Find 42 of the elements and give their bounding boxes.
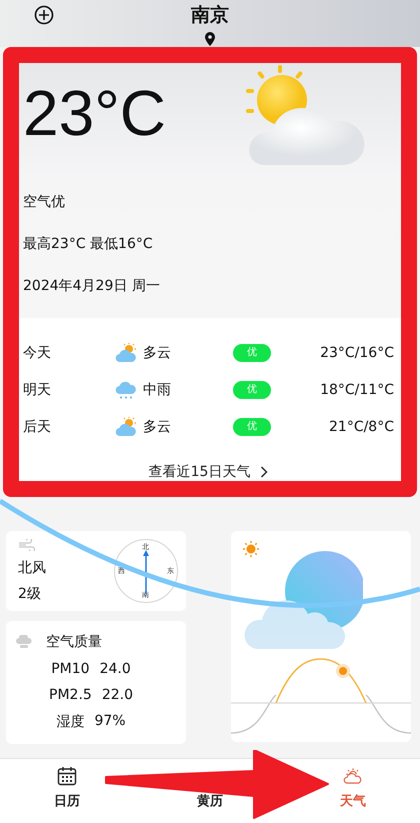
forecast-temperature-range: 21°C/8°C — [329, 418, 394, 434]
cloudy-icon — [115, 416, 137, 436]
wind-icon — [18, 539, 36, 551]
cloud-icon — [16, 635, 32, 649]
aqi-badge: 优 — [233, 344, 271, 362]
air-quality-text: 空气优 — [23, 193, 66, 211]
forecast-condition: 中雨 — [143, 380, 172, 398]
metric-value: 97% — [94, 713, 126, 731]
forecast-temperature-range: 18°C/11°C — [320, 382, 394, 398]
moon-cloud-icon — [243, 551, 363, 651]
fifteen-day-link[interactable]: 查看近15日天气 — [148, 463, 268, 481]
nav-tab[interactable]: 天气 — [340, 766, 366, 810]
metric-label: PM2.5 — [49, 687, 92, 703]
location-pin-icon — [204, 32, 216, 46]
calendar-icon — [57, 766, 77, 786]
forecast-condition: 多云 — [143, 344, 172, 362]
forecast-temperature-range: 23°C/16°C — [320, 344, 394, 360]
metric-value: 24.0 — [100, 661, 131, 677]
nav-tab[interactable]: 日历 — [54, 766, 80, 810]
wind-level: 2级 — [18, 585, 42, 603]
sun-icon — [243, 541, 259, 557]
rain-icon — [115, 380, 137, 400]
metric-label: 湿度 — [56, 713, 84, 731]
date-text: 2024年4月29日 周一 — [23, 277, 161, 295]
wind-direction: 北风 — [18, 559, 46, 577]
forecast-day: 明天 — [23, 380, 113, 398]
high-low-text: 最高23°C 最低16°C — [23, 235, 154, 253]
sun-cloud-icon — [343, 766, 363, 786]
cloudy-icon — [115, 342, 137, 362]
metric-value: 22.0 — [102, 687, 133, 703]
forecast-condition: 多云 — [143, 418, 172, 436]
forecast-day: 后天 — [23, 418, 113, 436]
metric-label: PM10 — [51, 661, 90, 677]
city-title: 南京 — [191, 4, 229, 26]
add-icon[interactable] — [34, 5, 54, 25]
forecast-day: 今天 — [23, 344, 113, 362]
aqi-badge: 优 — [233, 380, 271, 398]
chevron-right-icon — [260, 466, 268, 478]
air-quality-title: 空气质量 — [46, 633, 102, 651]
nav-tab[interactable]: 黄历 — [197, 792, 223, 810]
current-temperature: 23°C — [23, 78, 166, 148]
aqi-badge: 优 — [233, 418, 271, 436]
